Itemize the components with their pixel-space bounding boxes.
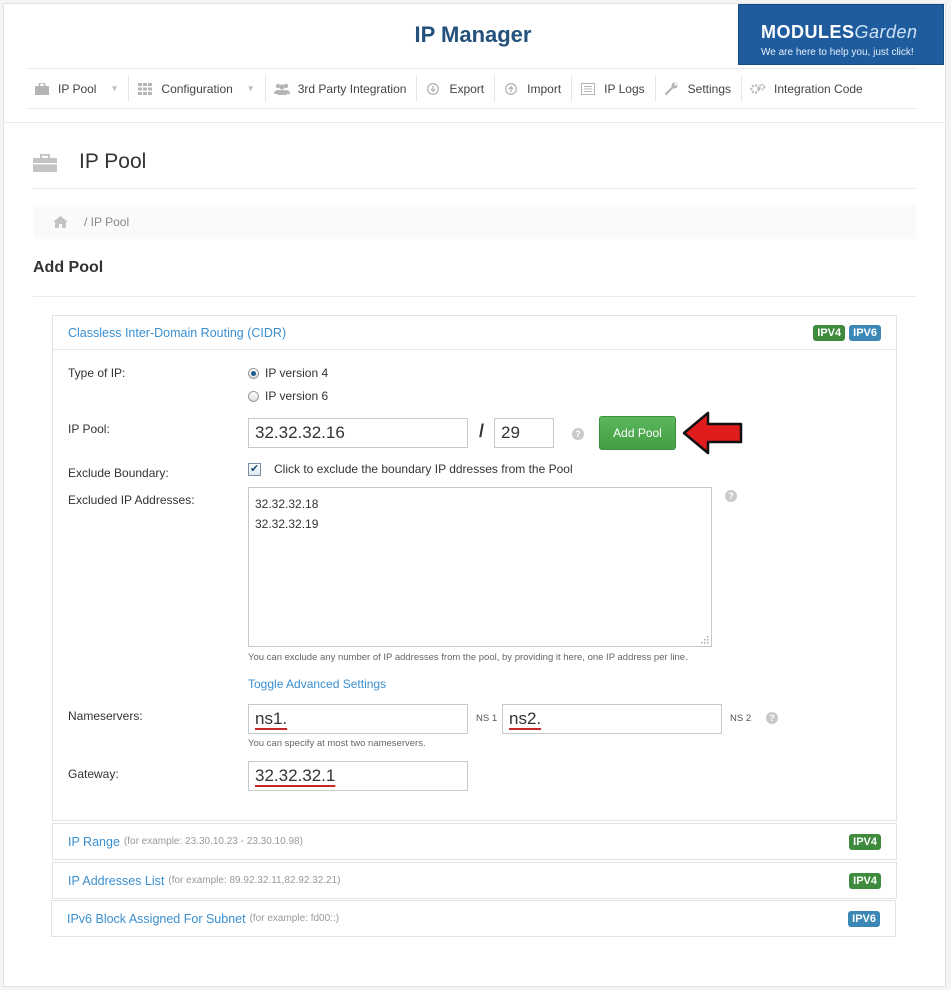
list-icon [580,82,596,95]
ip-range-panel-header[interactable]: IP Range (for example: 23.30.10.23 - 23.… [53,824,896,859]
upload-icon [503,82,519,95]
brand-logo: MODULESGarden [761,22,918,42]
ipv6-block-panel-header[interactable]: IPv6 Block Assigned For Subnet (for exam… [52,901,895,936]
ip-range-hint: (for example: 23.30.10.23 - 23.30.10.98) [123,836,303,847]
toggle-advanced-settings-link[interactable]: Toggle Advanced Settings [248,677,386,691]
ip-addresses-list-title[interactable]: IP Addresses List [68,874,164,888]
excluded-ip-line: 32.32.32.19 [255,517,319,531]
ipv4-radio-option[interactable]: IP version 4 [248,366,328,380]
type-of-ip-label: Type of IP: [68,366,126,380]
ip-addresses-list-hint: (for example: 89.92.32.11,82.92.32.21) [168,875,341,886]
ns1-label: NS 1 [476,713,498,724]
wrench-icon [664,82,680,95]
ns1-value: ns1. [255,709,288,728]
nav-configuration[interactable]: Configuration ▼ [129,75,266,102]
briefcase-icon [34,82,50,95]
ipv6-badge: IPV6 [849,324,881,341]
nav-label: Settings [687,81,731,96]
gateway-value: 32.32.32.1 [255,766,336,785]
exclude-boundary-text: Click to exclude the boundary IP ddresse… [274,462,573,476]
nav-label: Import [527,81,562,96]
briefcase-icon [33,154,57,172]
gateway-label: Gateway: [68,767,119,781]
ipv4-radio-label: IP version 4 [265,366,329,380]
chevron-down-icon: ▼ [246,84,255,93]
download-icon [425,82,441,95]
nav-label: IP Pool [58,81,97,96]
ns1-input[interactable]: ns1. [248,704,468,734]
nav-label: Integration Code [774,81,863,96]
ip-addresses-list-panel-header[interactable]: IP Addresses List (for example: 89.92.32… [53,863,896,898]
ns2-input[interactable]: ns2. [502,704,722,734]
brand-tagline: We are here to help you, just click! [761,47,914,58]
ip-pool-input[interactable]: 32.32.32.16 [248,418,468,448]
section-divider [33,296,916,297]
ipv6-block-title[interactable]: IPv6 Block Assigned For Subnet [67,912,246,926]
ipv6-radio-option[interactable]: IP version 6 [248,389,328,403]
ipv6-radio-label: IP version 6 [265,389,329,403]
ipv6-block-hint: (for example: fd00::) [249,913,340,924]
ipv6-block-panel[interactable]: IPv6 Block Assigned For Subnet (for exam… [51,900,896,937]
exclude-boundary-checkbox[interactable] [248,462,261,476]
section-title: Add Pool [33,259,104,276]
resize-grip-icon[interactable] [699,634,709,644]
nav-export[interactable]: Export [417,75,496,102]
page-title: IP Pool [79,150,147,173]
help-icon[interactable]: ? [725,490,737,502]
add-pool-button[interactable]: Add Pool [599,416,676,450]
nav-import[interactable]: Import [495,75,573,102]
nav-label: Export [449,81,485,96]
red-arrow-annotation [682,411,743,455]
nav-label: Configuration [161,81,233,96]
gateway-input[interactable]: 32.32.32.1 [248,761,468,791]
cogs-icon [750,83,766,95]
ip-range-title[interactable]: IP Range [68,835,120,849]
ipv6-badge: IPV6 [848,910,880,927]
nav-settings[interactable]: Settings [656,75,742,102]
cidr-panel-header[interactable]: Classless Inter-Domain Routing (CIDR) IP… [53,316,896,350]
excluded-ip-line: 32.32.32.18 [255,497,319,511]
home-icon[interactable] [53,216,68,228]
grid-icon [137,82,153,95]
header-divider [3,122,946,123]
ipv4-badge: IPV4 [813,324,846,341]
page-heading: IP Pool [33,150,916,189]
prefix-input[interactable]: 29 [494,418,554,448]
chevron-down-icon: ▼ [110,84,119,93]
ip-pool-label: IP Pool: [68,422,110,436]
ns2-label: NS 2 [730,713,752,724]
nav-ip-logs[interactable]: IP Logs [572,75,656,102]
nav-ip-pool[interactable]: IP Pool ▼ [26,75,130,102]
excluded-ips-textarea[interactable]: 32.32.32.18 32.32.32.19 [248,487,712,647]
ipv4-radio[interactable] [248,367,259,379]
ip-addresses-list-panel[interactable]: IP Addresses List (for example: 89.92.32… [52,862,897,899]
nameservers-label: Nameservers: [68,709,143,723]
nav-integration-code[interactable]: Integration Code [742,75,873,102]
exclude-boundary-label: Exclude Boundary: [68,466,169,480]
version-badges: IPV4 IPV6 [813,324,881,341]
help-icon[interactable]: ? [572,428,584,440]
ip-range-panel[interactable]: IP Range (for example: 23.30.10.23 - 23.… [52,823,897,860]
users-icon [273,83,290,95]
excluded-ips-label: Excluded IP Addresses: [68,493,195,507]
ipv4-badge: IPV4 [849,833,881,850]
breadcrumb-current: / IP Pool [84,215,130,229]
nav-3rd-party-integration[interactable]: 3rd Party Integration [266,75,418,102]
modulesgarden-banner[interactable]: MODULESGarden We are here to help you, j… [738,4,944,65]
nameservers-note: You can specify at most two nameservers. [248,738,426,749]
cidr-slash: / [479,421,485,441]
cidr-panel-title[interactable]: Classless Inter-Domain Routing (CIDR) [68,326,286,340]
nav-label: IP Logs [604,81,645,96]
ipv6-radio[interactable] [248,390,259,402]
top-navigation: IP Pool ▼ Configuration ▼ 3rd Party Inte… [26,68,918,109]
help-icon[interactable]: ? [766,712,778,724]
breadcrumb: / IP Pool [33,205,916,239]
nav-label: 3rd Party Integration [297,81,407,96]
ns2-value: ns2. [509,709,542,728]
excluded-ips-note: You can exclude any number of IP address… [248,652,688,663]
ipv4-badge: IPV4 [849,872,881,889]
